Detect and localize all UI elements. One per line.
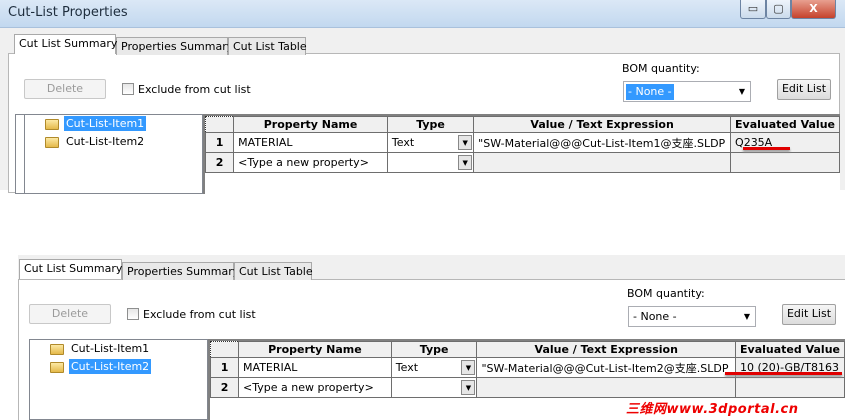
chevron-down-icon[interactable]: ▼ xyxy=(461,360,476,375)
folder-icon xyxy=(45,136,59,148)
chevron-down-icon: ▼ xyxy=(743,312,750,321)
tree-item-cut-list-item1[interactable]: Cut-List-Item1 xyxy=(50,342,151,358)
bom-quantity-label: BOM quantity: xyxy=(627,287,705,300)
tree-item-cut-list-item2[interactable]: Cut-List-Item2 xyxy=(45,135,146,151)
title-bar: Cut-List Properties ▭ ▢ X xyxy=(0,0,845,28)
chevron-down-icon: ▼ xyxy=(738,87,745,96)
table-row: 2 <Type a new property> ▼ xyxy=(209,377,845,398)
column-header-evaluated[interactable]: Evaluated Value xyxy=(735,341,845,358)
exclude-checkbox[interactable] xyxy=(127,308,139,320)
bom-quantity-label: BOM quantity: xyxy=(622,62,700,75)
edit-list-button[interactable]: Edit List xyxy=(777,79,831,100)
type-value: Text xyxy=(391,136,415,149)
tree-item-cut-list-item2[interactable]: Cut-List-Item2 xyxy=(50,359,152,376)
table-row: 2 <Type a new property> ▼ xyxy=(204,152,840,173)
close-button[interactable]: X xyxy=(791,0,836,19)
type-cell[interactable]: Text ▼ xyxy=(386,132,475,153)
exclude-label: Exclude from cut list xyxy=(143,308,256,321)
properties-grid: Property Name Type Value / Text Expressi… xyxy=(203,114,840,194)
tab-properties-summary[interactable]: Properties Summary xyxy=(122,262,239,280)
property-name-cell[interactable]: MATERIAL xyxy=(233,132,388,153)
tab-cut-list-table[interactable]: Cut List Table xyxy=(228,37,307,55)
tab-cut-list-summary[interactable]: Cut List Summary xyxy=(14,34,117,54)
type-cell[interactable]: ▼ xyxy=(386,152,475,173)
edit-list-button[interactable]: Edit List xyxy=(782,304,836,325)
bom-quantity-value: - None - xyxy=(626,84,674,100)
tab-cut-list-table[interactable]: Cut List Table xyxy=(234,262,313,280)
tab-properties-summary[interactable]: Properties Summary xyxy=(116,37,233,55)
column-header-value[interactable]: Value / Text Expression xyxy=(476,341,737,358)
exclude-checkbox[interactable] xyxy=(122,83,134,95)
minimize-button[interactable]: ▭ xyxy=(740,0,766,19)
column-header-type[interactable]: Type xyxy=(390,341,478,358)
property-name-cell[interactable]: <Type a new property> xyxy=(238,377,392,398)
column-header-property-name[interactable]: Property Name xyxy=(238,341,392,358)
row-number[interactable]: 1 xyxy=(209,357,240,378)
tab-cut-list-summary[interactable]: Cut List Summary xyxy=(19,259,122,279)
chevron-down-icon[interactable]: ▼ xyxy=(458,135,473,150)
watermark: 三维网www.3dportal.cn xyxy=(626,402,799,417)
expression-cell[interactable]: "SW-Material@@@Cut-List-Item2@支座.SLDP xyxy=(476,357,737,378)
property-name-cell[interactable]: MATERIAL xyxy=(238,357,392,378)
delete-button[interactable]: Delete xyxy=(29,304,111,324)
type-cell[interactable]: ▼ xyxy=(390,377,478,398)
cut-list-tree: Cut-List-Item1 Cut-List-Item2 xyxy=(24,114,203,194)
grid-corner xyxy=(209,341,240,358)
column-header-type[interactable]: Type xyxy=(386,116,475,133)
folder-icon xyxy=(50,361,64,373)
bom-quantity-select[interactable]: - None - ▼ xyxy=(628,306,756,327)
exclude-label: Exclude from cut list xyxy=(138,83,251,96)
grid-corner xyxy=(204,116,235,133)
bom-quantity-select[interactable]: - None - ▼ xyxy=(623,81,751,102)
column-header-value[interactable]: Value / Text Expression xyxy=(473,116,732,133)
expression-cell[interactable] xyxy=(476,377,737,398)
chevron-down-icon[interactable]: ▼ xyxy=(461,380,476,395)
highlight-underline xyxy=(743,147,790,150)
type-cell[interactable]: Text ▼ xyxy=(390,357,478,378)
delete-button[interactable]: Delete xyxy=(24,79,106,99)
chevron-down-icon[interactable]: ▼ xyxy=(458,155,473,170)
evaluated-cell xyxy=(735,377,845,398)
expression-cell[interactable] xyxy=(473,152,732,173)
row-number[interactable]: 2 xyxy=(204,152,235,173)
property-name-cell[interactable]: <Type a new property> xyxy=(233,152,388,173)
expression-cell[interactable]: "SW-Material@@@Cut-List-Item1@支座.SLDP xyxy=(473,132,732,153)
cut-list-tree: Cut-List-Item1 Cut-List-Item2 xyxy=(29,339,208,420)
tree-item-cut-list-item1[interactable]: Cut-List-Item1 xyxy=(45,116,147,133)
folder-icon xyxy=(50,343,64,355)
window-title: Cut-List Properties xyxy=(8,5,128,20)
column-header-evaluated[interactable]: Evaluated Value xyxy=(730,116,840,133)
evaluated-cell xyxy=(730,152,840,173)
bom-quantity-value: - None - xyxy=(633,310,677,323)
folder-icon xyxy=(45,118,59,130)
type-value: Text xyxy=(395,361,419,374)
maximize-button[interactable]: ▢ xyxy=(766,0,791,19)
highlight-underline xyxy=(725,372,842,375)
column-header-property-name[interactable]: Property Name xyxy=(233,116,388,133)
row-number[interactable]: 1 xyxy=(204,132,235,153)
row-number[interactable]: 2 xyxy=(209,377,240,398)
